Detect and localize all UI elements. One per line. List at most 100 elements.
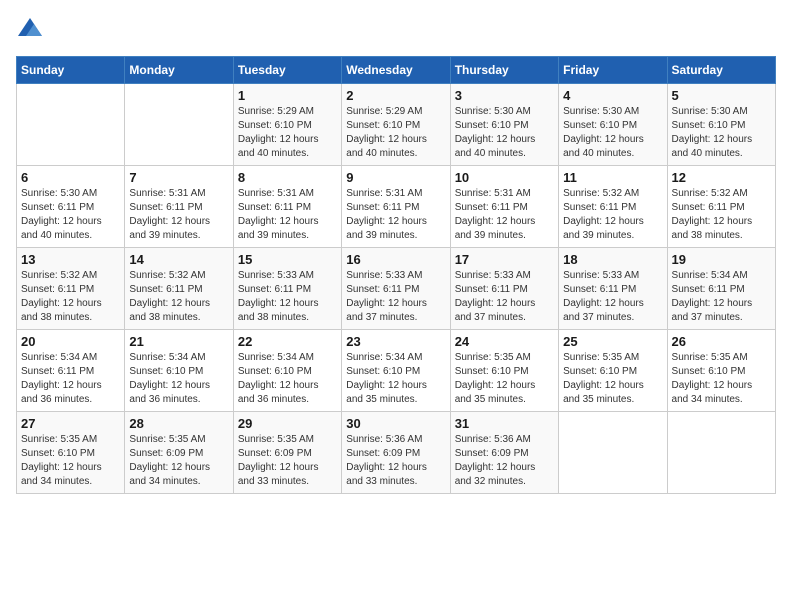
page-header: [16, 16, 776, 44]
calendar-cell: 12 Sunrise: 5:32 AM Sunset: 6:11 PM Dayli…: [667, 166, 775, 248]
weekday-header: Tuesday: [233, 57, 341, 84]
calendar-week-row: 6Sunrise: 5:30 AM Sunset: 6:11 PM Daylig…: [17, 166, 776, 248]
day-number: 19: [672, 252, 771, 267]
weekday-header: Saturday: [667, 57, 775, 84]
day-info: Sunrise: 5:35 AM Sunset: 6:10 PM Dayligh…: [672, 351, 771, 407]
calendar-cell: 4 Sunrise: 5:30 AM Sunset: 6:10 PM Daylig…: [559, 84, 667, 166]
day-info: Sunrise: 5:35 AM Sunset: 6:10 PM Dayligh…: [563, 351, 662, 407]
calendar-cell: 2 Sunrise: 5:29 AM Sunset: 6:10 PM Daylig…: [342, 84, 450, 166]
day-number: 25: [563, 334, 662, 349]
calendar-cell: 25 Sunrise: 5:35 AM Sunset: 6:10 PM Dayli…: [559, 330, 667, 412]
calendar-cell: [125, 84, 233, 166]
calendar-cell: 8Sunrise: 5:31 AM Sunset: 6:11 PM Daylig…: [233, 166, 341, 248]
day-info: Sunrise: 5:29 AM Sunset: 6:10 PM Dayligh…: [346, 105, 445, 161]
day-info: Sunrise: 5:31 AM Sunset: 6:11 PM Dayligh…: [238, 187, 337, 243]
calendar-week-row: 13 Sunrise: 5:32 AM Sunset: 6:11 PM Dayli…: [17, 248, 776, 330]
day-info: Sunrise: 5:30 AM Sunset: 6:11 PM Dayligh…: [21, 187, 120, 243]
calendar-cell: 20 Sunrise: 5:34 AM Sunset: 6:11 PM Dayli…: [17, 330, 125, 412]
day-info: Sunrise: 5:32 AM Sunset: 6:11 PM Dayligh…: [672, 187, 771, 243]
day-number: 27: [21, 416, 120, 431]
calendar-cell: [667, 412, 775, 494]
day-number: 30: [346, 416, 445, 431]
day-number: 26: [672, 334, 771, 349]
calendar-cell: 6Sunrise: 5:30 AM Sunset: 6:11 PM Daylig…: [17, 166, 125, 248]
calendar-week-row: 27 Sunrise: 5:35 AM Sunset: 6:10 PM Dayli…: [17, 412, 776, 494]
calendar-cell: 9 Sunrise: 5:31 AM Sunset: 6:11 PM Daylig…: [342, 166, 450, 248]
day-info: Sunrise: 5:33 AM Sunset: 6:11 PM Dayligh…: [455, 269, 554, 325]
calendar-cell: 10 Sunrise: 5:31 AM Sunset: 6:11 PM Dayli…: [450, 166, 558, 248]
weekday-header: Sunday: [17, 57, 125, 84]
day-number: 4: [563, 88, 662, 103]
day-info: Sunrise: 5:30 AM Sunset: 6:10 PM Dayligh…: [672, 105, 771, 161]
day-info: Sunrise: 5:35 AM Sunset: 6:09 PM Dayligh…: [238, 433, 337, 489]
day-number: 20: [21, 334, 120, 349]
calendar-cell: 7Sunrise: 5:31 AM Sunset: 6:11 PM Daylig…: [125, 166, 233, 248]
weekday-header-row: SundayMondayTuesdayWednesdayThursdayFrid…: [17, 57, 776, 84]
calendar-week-row: 20 Sunrise: 5:34 AM Sunset: 6:11 PM Dayli…: [17, 330, 776, 412]
day-info: Sunrise: 5:29 AM Sunset: 6:10 PM Dayligh…: [238, 105, 337, 161]
calendar-cell: 19 Sunrise: 5:34 AM Sunset: 6:11 PM Dayli…: [667, 248, 775, 330]
day-number: 21: [129, 334, 228, 349]
day-info: Sunrise: 5:32 AM Sunset: 6:11 PM Dayligh…: [129, 269, 228, 325]
day-info: Sunrise: 5:31 AM Sunset: 6:11 PM Dayligh…: [455, 187, 554, 243]
weekday-header: Thursday: [450, 57, 558, 84]
calendar-cell: 5 Sunrise: 5:30 AM Sunset: 6:10 PM Daylig…: [667, 84, 775, 166]
day-info: Sunrise: 5:35 AM Sunset: 6:10 PM Dayligh…: [21, 433, 120, 489]
calendar-cell: 16Sunrise: 5:33 AM Sunset: 6:11 PM Dayli…: [342, 248, 450, 330]
day-number: 29: [238, 416, 337, 431]
day-info: Sunrise: 5:35 AM Sunset: 6:10 PM Dayligh…: [455, 351, 554, 407]
day-number: 23: [346, 334, 445, 349]
day-info: Sunrise: 5:34 AM Sunset: 6:11 PM Dayligh…: [21, 351, 120, 407]
calendar-cell: 29 Sunrise: 5:35 AM Sunset: 6:09 PM Dayli…: [233, 412, 341, 494]
day-info: Sunrise: 5:32 AM Sunset: 6:11 PM Dayligh…: [563, 187, 662, 243]
logo-icon: [16, 16, 44, 44]
day-number: 22: [238, 334, 337, 349]
day-number: 31: [455, 416, 554, 431]
day-info: Sunrise: 5:30 AM Sunset: 6:10 PM Dayligh…: [563, 105, 662, 161]
day-number: 2: [346, 88, 445, 103]
calendar-table: SundayMondayTuesdayWednesdayThursdayFrid…: [16, 56, 776, 494]
day-info: Sunrise: 5:33 AM Sunset: 6:11 PM Dayligh…: [238, 269, 337, 325]
calendar-cell: 30Sunrise: 5:36 AM Sunset: 6:09 PM Dayli…: [342, 412, 450, 494]
day-info: Sunrise: 5:36 AM Sunset: 6:09 PM Dayligh…: [455, 433, 554, 489]
calendar-cell: 14 Sunrise: 5:32 AM Sunset: 6:11 PM Dayli…: [125, 248, 233, 330]
day-number: 17: [455, 252, 554, 267]
day-number: 28: [129, 416, 228, 431]
day-info: Sunrise: 5:33 AM Sunset: 6:11 PM Dayligh…: [563, 269, 662, 325]
calendar-cell: 26 Sunrise: 5:35 AM Sunset: 6:10 PM Dayli…: [667, 330, 775, 412]
day-number: 7: [129, 170, 228, 185]
calendar-cell: 31 Sunrise: 5:36 AM Sunset: 6:09 PM Dayli…: [450, 412, 558, 494]
day-info: Sunrise: 5:34 AM Sunset: 6:11 PM Dayligh…: [672, 269, 771, 325]
day-number: 10: [455, 170, 554, 185]
day-number: 3: [455, 88, 554, 103]
calendar-cell: 21 Sunrise: 5:34 AM Sunset: 6:10 PM Dayli…: [125, 330, 233, 412]
calendar-week-row: 1Sunrise: 5:29 AM Sunset: 6:10 PM Daylig…: [17, 84, 776, 166]
calendar-cell: 27 Sunrise: 5:35 AM Sunset: 6:10 PM Dayli…: [17, 412, 125, 494]
weekday-header: Friday: [559, 57, 667, 84]
day-info: Sunrise: 5:31 AM Sunset: 6:11 PM Dayligh…: [346, 187, 445, 243]
day-info: Sunrise: 5:35 AM Sunset: 6:09 PM Dayligh…: [129, 433, 228, 489]
calendar-cell: 23 Sunrise: 5:34 AM Sunset: 6:10 PM Dayli…: [342, 330, 450, 412]
weekday-header: Monday: [125, 57, 233, 84]
calendar-cell: 11Sunrise: 5:32 AM Sunset: 6:11 PM Dayli…: [559, 166, 667, 248]
day-number: 9: [346, 170, 445, 185]
calendar-cell: 3Sunrise: 5:30 AM Sunset: 6:10 PM Daylig…: [450, 84, 558, 166]
day-number: 13: [21, 252, 120, 267]
day-number: 5: [672, 88, 771, 103]
calendar-cell: 22Sunrise: 5:34 AM Sunset: 6:10 PM Dayli…: [233, 330, 341, 412]
day-number: 14: [129, 252, 228, 267]
day-number: 12: [672, 170, 771, 185]
calendar-cell: [559, 412, 667, 494]
weekday-header: Wednesday: [342, 57, 450, 84]
calendar-cell: 28 Sunrise: 5:35 AM Sunset: 6:09 PM Dayli…: [125, 412, 233, 494]
calendar-cell: 1Sunrise: 5:29 AM Sunset: 6:10 PM Daylig…: [233, 84, 341, 166]
day-info: Sunrise: 5:34 AM Sunset: 6:10 PM Dayligh…: [346, 351, 445, 407]
calendar-cell: 24 Sunrise: 5:35 AM Sunset: 6:10 PM Dayli…: [450, 330, 558, 412]
day-info: Sunrise: 5:32 AM Sunset: 6:11 PM Dayligh…: [21, 269, 120, 325]
day-number: 24: [455, 334, 554, 349]
calendar-cell: 17 Sunrise: 5:33 AM Sunset: 6:11 PM Dayli…: [450, 248, 558, 330]
day-info: Sunrise: 5:34 AM Sunset: 6:10 PM Dayligh…: [129, 351, 228, 407]
day-number: 18: [563, 252, 662, 267]
calendar-body: 1Sunrise: 5:29 AM Sunset: 6:10 PM Daylig…: [17, 84, 776, 494]
calendar-header: SundayMondayTuesdayWednesdayThursdayFrid…: [17, 57, 776, 84]
